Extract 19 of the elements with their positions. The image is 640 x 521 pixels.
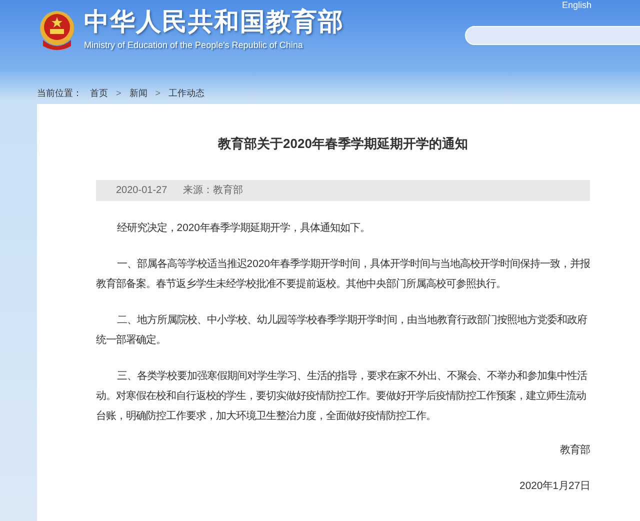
paragraph: 一、部属各高等学校适当推迟2020年春季学期开学时间，具体开学时间与当地高校开学时间保持一致，并报教育部备案。春节返乡学生未经学校批准不要提前返校。其他中央部门所属高校可参照执行。 [96, 257, 590, 292]
article-title: 教育部关于2020年春季学期延期开学的通知 [218, 136, 468, 151]
paragraph: 二、地方所属院校、中小学校、幼儿园等学校春季学期开学时间，由当地教育行政部门按照地方党委和政府统一部署确定。 [96, 313, 588, 348]
signature: 教育部 [560, 445, 590, 456]
sign-date: 2020年1月27日 [520, 480, 590, 492]
breadcrumb-link[interactable]: 新闻 [129, 87, 148, 101]
publish-date: 2020-01-27 [116, 184, 168, 198]
paragraph: 三、各类学校要加强寒假期间对学生学习、生活的指导，要求在家不外出、不聚会、不举办和参加集中性活动。对寒假在校和自行返校的学生，要切实做好疫情防控工作。要做好开学后疫情防控工作预案，建立师生流动台账，明确防控工作要求，加大环境卫生整治力度，全面做好疫情防控工作。 [96, 369, 588, 424]
breadcrumb-link[interactable]: 工作动态 [168, 87, 205, 101]
breadcrumb-separator: > [155, 87, 161, 100]
breadcrumb-link[interactable]: 首页 [90, 87, 108, 101]
search-field[interactable] [465, 26, 640, 45]
site-subtitle: Ministry of Education of the People's Republic of China [84, 39, 304, 52]
site-title: 中华人民共和国教育部 [84, 10, 344, 35]
breadcrumb-label: 当前位置： [37, 87, 82, 100]
breadcrumb-separator: > [116, 87, 122, 100]
paragraph: 经研究决定，2020年春季学期延期开学，具体通知如下。 [116, 221, 371, 236]
emblem-icon [38, 10, 76, 50]
source-label: 来源：教育部 [183, 184, 244, 198]
